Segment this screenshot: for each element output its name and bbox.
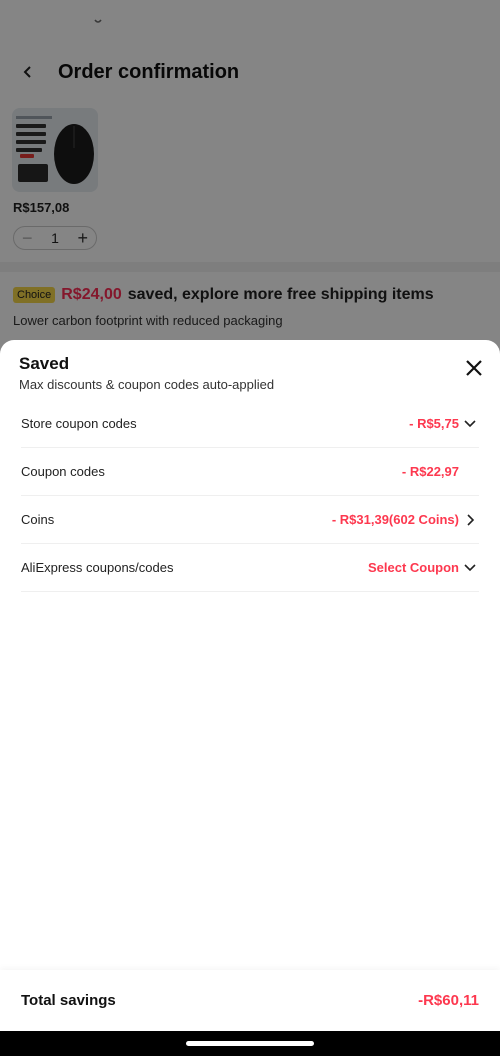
row-label: Store coupon codes <box>21 416 137 431</box>
saved-bottom-sheet: Saved Max discounts & coupon codes auto-… <box>0 340 500 1031</box>
sheet-subtitle: Max discounts & coupon codes auto-applie… <box>19 377 275 392</box>
close-icon[interactable] <box>462 356 486 380</box>
total-savings-value: -R$60,11 <box>418 992 479 1009</box>
home-gesture-handle[interactable] <box>186 1041 314 1046</box>
chevron-down-icon[interactable] <box>461 415 479 433</box>
aliexpress-coupons-row[interactable]: AliExpress coupons/codes Select Coupon <box>21 544 479 592</box>
total-savings-bar: Total savings -R$60,11 <box>0 970 500 1031</box>
row-value: - R$5,75 <box>409 416 459 431</box>
coupon-codes-row: Coupon codes - R$22,97 <box>21 448 479 496</box>
coins-row[interactable]: Coins - R$31,39(602 Coins) <box>21 496 479 544</box>
chevron-right-icon[interactable] <box>461 511 479 529</box>
sheet-title: Saved <box>19 354 70 373</box>
row-label: Coupon codes <box>21 464 105 479</box>
select-coupon-link[interactable]: Select Coupon <box>368 560 459 575</box>
row-value: - R$22,97 <box>401 464 459 479</box>
row-value: - R$31,39(602 Coins) <box>331 512 459 527</box>
total-savings-label: Total savings <box>21 992 116 1009</box>
savings-list: Store coupon codes - R$5,75 Coupon codes… <box>21 400 479 592</box>
chevron-down-icon[interactable] <box>461 559 479 577</box>
row-label: AliExpress coupons/codes <box>21 560 174 575</box>
row-label: Coins <box>21 512 55 527</box>
system-navigation-bar <box>0 1031 500 1056</box>
store-coupon-codes-row[interactable]: Store coupon codes - R$5,75 <box>21 400 479 448</box>
